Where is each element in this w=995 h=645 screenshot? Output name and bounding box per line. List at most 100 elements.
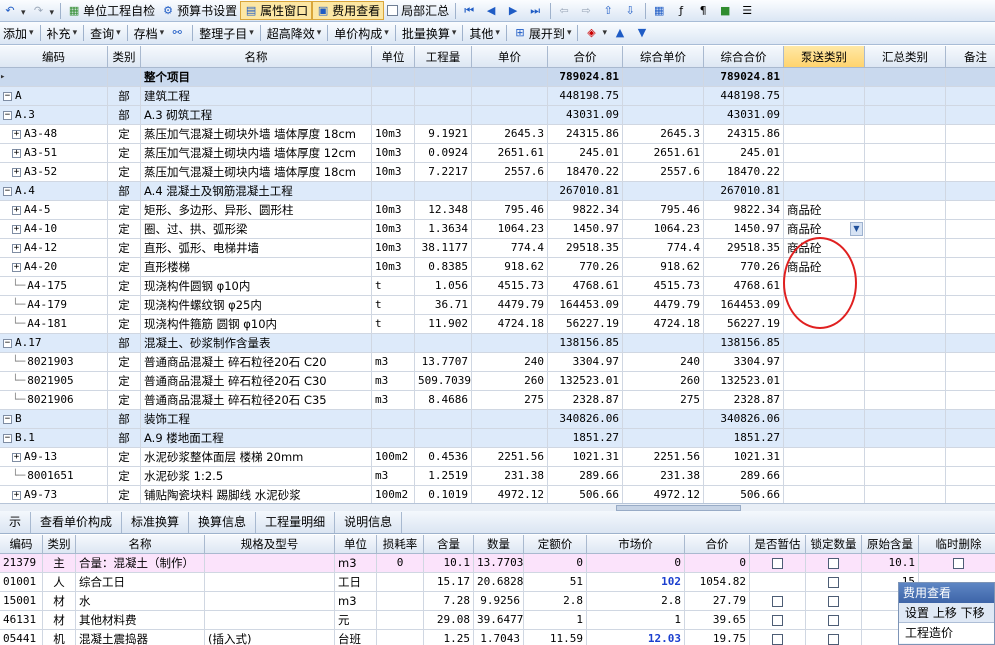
expand-icon[interactable]: + bbox=[12, 490, 21, 500]
cell-cprice[interactable]: 4515.73 bbox=[623, 277, 704, 296]
cube-button[interactable]: ■ bbox=[715, 1, 737, 21]
cell-total[interactable]: 245.01 bbox=[548, 144, 623, 163]
resource-row[interactable]: 15001材水m37.289.92562.82.827.797 bbox=[0, 592, 995, 611]
cell-sum[interactable] bbox=[865, 315, 946, 334]
cell-qty[interactable] bbox=[415, 334, 472, 353]
cell-unit[interactable]: 10m3 bbox=[372, 220, 415, 239]
cell-pump[interactable] bbox=[784, 486, 865, 503]
cell-qty[interactable]: 0.0924 bbox=[415, 144, 472, 163]
cell-ctotal[interactable]: 267010.81 bbox=[704, 182, 784, 201]
cell-unit[interactable]: t bbox=[372, 277, 415, 296]
tab-conversion-info[interactable]: 换算信息 bbox=[189, 512, 257, 533]
cell-name[interactable]: 普通商品混凝土 碎石粒径20石 C20 bbox=[141, 353, 372, 372]
cell-ctotal[interactable]: 9822.34 bbox=[704, 201, 784, 220]
cell-cat[interactable]: 定 bbox=[108, 258, 141, 277]
row-checkbox[interactable] bbox=[828, 615, 839, 626]
table-row[interactable]: + A9-73 定铺贴陶瓷块料 踢脚线 水泥砂浆 100m2 0.1019 4972.12… bbox=[0, 486, 995, 503]
cell-pump[interactable] bbox=[784, 353, 865, 372]
cell-price[interactable]: 4515.73 bbox=[472, 277, 548, 296]
cell-total[interactable]: 1054.82 bbox=[685, 573, 750, 592]
expand-icon[interactable]: + bbox=[12, 262, 21, 272]
cell-name[interactable]: 整个项目 bbox=[141, 68, 372, 87]
cell-price[interactable]: 2645.3 bbox=[472, 125, 548, 144]
cell-pump[interactable] bbox=[784, 87, 865, 106]
cell-name[interactable]: 混凝土、砂浆制作含量表 bbox=[141, 334, 372, 353]
cell-qty[interactable]: 8.4686 bbox=[415, 391, 472, 410]
cell-code[interactable]: └─ 8021905 bbox=[0, 372, 108, 391]
cell-ctotal[interactable]: 1021.31 bbox=[704, 448, 784, 467]
col-header-unit-price[interactable]: 单价 bbox=[472, 46, 548, 68]
cell-qty[interactable]: 0.8385 bbox=[415, 258, 472, 277]
find-button[interactable]: ⚯ bbox=[167, 23, 189, 43]
cell-total[interactable]: 24315.86 bbox=[548, 125, 623, 144]
cell-code[interactable]: + A9-13 bbox=[0, 448, 108, 467]
table-row[interactable]: └─ A4-179 定现浇构件螺纹钢 φ25内 t 36.71 4479.79 164453… bbox=[0, 296, 995, 315]
cell-code[interactable]: 05441 bbox=[0, 630, 43, 645]
formula-button[interactable]: ƒ bbox=[671, 1, 693, 21]
col-header-lock-qty[interactable]: 锁定数量 bbox=[806, 535, 862, 554]
cell-cat[interactable]: 部 bbox=[108, 410, 141, 429]
cell-unit[interactable]: m3 bbox=[335, 554, 377, 573]
cell-unit[interactable]: 工日 bbox=[335, 573, 377, 592]
col-header-name[interactable]: 名称 bbox=[141, 46, 372, 68]
cell-cprice[interactable]: 2557.6 bbox=[623, 163, 704, 182]
table-row[interactable]: ▸ 整个项目 789024.81 789024.81 bbox=[0, 68, 995, 87]
horizontal-scrollbar[interactable] bbox=[0, 503, 995, 511]
cell-ctotal[interactable]: 18470.22 bbox=[704, 163, 784, 182]
tab-description[interactable]: 说明信息 bbox=[335, 512, 403, 533]
cell-unit[interactable] bbox=[372, 87, 415, 106]
cell-price[interactable]: 240 bbox=[472, 353, 548, 372]
cell-sum[interactable] bbox=[865, 372, 946, 391]
cell-price[interactable]: 774.4 bbox=[472, 239, 548, 258]
cell-remark[interactable] bbox=[946, 448, 995, 467]
col-header-quota-price[interactable]: 定额价 bbox=[524, 535, 587, 554]
cell-spec[interactable]: (插入式) bbox=[205, 630, 335, 645]
cell-sum[interactable] bbox=[865, 125, 946, 144]
cell-cat[interactable]: 定 bbox=[108, 163, 141, 182]
table-row[interactable]: − A.3 部 A.3 砌筑工程 43031.09 43031.09 bbox=[0, 106, 995, 125]
cell-total[interactable]: 164453.09 bbox=[548, 296, 623, 315]
cell-sum[interactable] bbox=[865, 258, 946, 277]
cell-name[interactable]: A.3 砌筑工程 bbox=[141, 106, 372, 125]
cell-remark[interactable] bbox=[946, 87, 995, 106]
cell-name[interactable]: 现浇构件箍筋 圆钢 φ10内 bbox=[141, 315, 372, 334]
cell-lock[interactable] bbox=[806, 592, 862, 611]
cell-pump[interactable] bbox=[784, 429, 865, 448]
cell-market[interactable]: 102 bbox=[587, 573, 685, 592]
cell-quota[interactable]: 1 bbox=[524, 611, 587, 630]
row-checkbox[interactable] bbox=[772, 634, 783, 645]
cell-qty[interactable] bbox=[415, 182, 472, 201]
cell-sum[interactable] bbox=[865, 277, 946, 296]
cell-qty[interactable]: 13.7707 bbox=[415, 353, 472, 372]
cell-total[interactable]: 56227.19 bbox=[548, 315, 623, 334]
col-header-remark[interactable]: 备注 bbox=[946, 46, 995, 68]
table-row[interactable]: − B 部装饰工程 340826.06 340826.06 bbox=[0, 410, 995, 429]
cell-pump[interactable] bbox=[784, 106, 865, 125]
cell-cprice[interactable] bbox=[623, 334, 704, 353]
cell-qty[interactable]: 9.9256 bbox=[474, 592, 524, 611]
cell-name[interactable]: A.9 楼地面工程 bbox=[141, 429, 372, 448]
cell-cprice[interactable]: 774.4 bbox=[623, 239, 704, 258]
cell-ctotal[interactable]: 340826.06 bbox=[704, 410, 784, 429]
tab-unit-price-composition[interactable]: 查看单价构成 bbox=[31, 512, 123, 533]
cell-code[interactable]: + A4-20 bbox=[0, 258, 108, 277]
cell-cat[interactable]: 定 bbox=[108, 201, 141, 220]
col-header-amount[interactable]: 含量 bbox=[424, 535, 474, 554]
cell-pump[interactable]: 商品砼 bbox=[784, 201, 865, 220]
cell-code[interactable]: + A3-52 bbox=[0, 163, 108, 182]
cell-unit[interactable]: m3 bbox=[335, 592, 377, 611]
cell-total[interactable]: 4768.61 bbox=[548, 277, 623, 296]
cell-total[interactable]: 27.79 bbox=[685, 592, 750, 611]
cell-ctotal[interactable]: 770.26 bbox=[704, 258, 784, 277]
calculator-button[interactable]: ▦ bbox=[649, 1, 671, 21]
cell-market[interactable]: 2.8 bbox=[587, 592, 685, 611]
cell-code[interactable]: └─ 8021906 bbox=[0, 391, 108, 410]
query-menu[interactable]: 查询 bbox=[87, 23, 124, 43]
cell-unit[interactable] bbox=[372, 410, 415, 429]
cell-total[interactable]: 1851.27 bbox=[548, 429, 623, 448]
cell-remark[interactable] bbox=[946, 163, 995, 182]
cell-price[interactable]: 4972.12 bbox=[472, 486, 548, 503]
cell-remark[interactable] bbox=[946, 296, 995, 315]
cell-amount[interactable]: 15.17 bbox=[424, 573, 474, 592]
cell-cprice[interactable]: 2251.56 bbox=[623, 448, 704, 467]
